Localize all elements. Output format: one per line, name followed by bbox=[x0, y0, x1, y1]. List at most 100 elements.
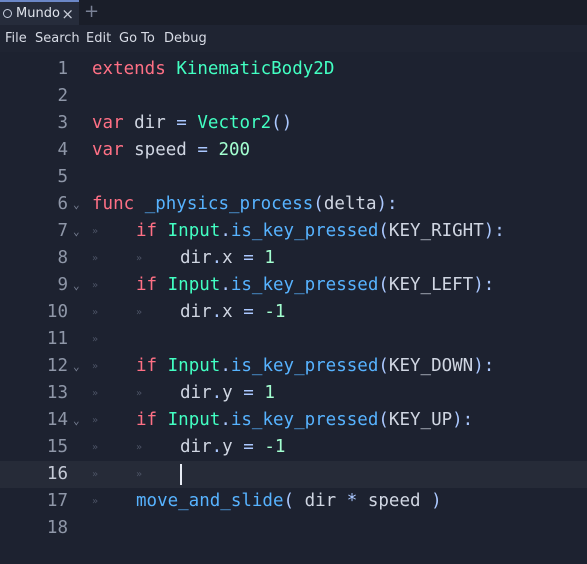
tab-marker-icon: » bbox=[136, 469, 143, 480]
code-line[interactable]: 16 » » bbox=[0, 461, 587, 488]
fold-arrow-icon[interactable]: ⌄ bbox=[73, 353, 80, 380]
code-token: ( bbox=[378, 275, 389, 295]
code-editor[interactable]: 1 extends KinematicBody2D 2 3 var dir = Vect… bbox=[0, 52, 587, 564]
code-token: . bbox=[211, 302, 223, 322]
menu-go-to[interactable]: Go To bbox=[119, 25, 155, 52]
code-line[interactable]: 1 extends KinematicBody2D bbox=[0, 56, 587, 83]
code-token: dir bbox=[123, 113, 177, 133]
code-text: func _physics_process(delta): bbox=[92, 191, 398, 218]
code-token: 200 bbox=[218, 140, 251, 160]
scene-icon bbox=[3, 9, 12, 18]
code-text: dir.y = 1 bbox=[180, 380, 275, 407]
code-line[interactable]: 8 » » dir.x = 1 bbox=[0, 245, 587, 272]
code-token: ): bbox=[376, 194, 398, 214]
tab-marker-icon: » bbox=[92, 415, 99, 426]
tab-marker-icon: » bbox=[92, 442, 99, 453]
code-token: = bbox=[197, 140, 208, 160]
code-token: dir bbox=[180, 302, 212, 322]
code-token: y bbox=[222, 437, 244, 457]
add-tab-icon[interactable]: + bbox=[84, 0, 99, 25]
code-token: ): bbox=[452, 410, 474, 430]
code-token: . bbox=[220, 221, 231, 241]
code-token: ( bbox=[283, 491, 305, 511]
code-line[interactable]: 7 ⌄ » if Input.is_key_pressed(KEY_RIGHT): bbox=[0, 218, 587, 245]
close-icon[interactable]: × bbox=[61, 4, 74, 24]
code-token: var bbox=[92, 113, 124, 133]
line-number: 5 bbox=[57, 167, 68, 187]
code-line[interactable]: 17 » move_and_slide( dir * speed ) bbox=[0, 488, 587, 515]
line-number: 18 bbox=[46, 518, 68, 538]
code-token: is_key_pressed bbox=[230, 410, 379, 430]
line-number: 13 bbox=[46, 383, 68, 403]
fold-arrow-icon[interactable]: ⌄ bbox=[73, 272, 80, 299]
code-token: ): bbox=[473, 275, 495, 295]
menu-file[interactable]: File bbox=[5, 25, 27, 52]
code-token: = bbox=[243, 383, 254, 403]
code-token: Input bbox=[167, 275, 221, 295]
code-text: move_and_slide( dir * speed ) bbox=[136, 488, 442, 515]
code-token: . bbox=[211, 437, 223, 457]
code-line[interactable]: 10 » » dir.x = -1 bbox=[0, 299, 587, 326]
code-line[interactable]: 4 var speed = 200 bbox=[0, 137, 587, 164]
line-number: 6 bbox=[57, 194, 68, 214]
tab-mundo[interactable]: Mundo × bbox=[0, 0, 79, 25]
tab-title: Mundo bbox=[16, 6, 60, 21]
code-text: if Input.is_key_pressed(KEY_RIGHT): bbox=[136, 218, 505, 245]
code-token: delta bbox=[323, 194, 377, 214]
code-token: dir bbox=[180, 248, 212, 268]
code-token: = bbox=[243, 302, 254, 322]
line-number: 3 bbox=[57, 113, 68, 133]
line-number: 14 bbox=[46, 410, 68, 430]
code-token: () bbox=[271, 113, 293, 133]
code-token: = bbox=[243, 248, 254, 268]
code-token: if bbox=[136, 356, 158, 376]
tab-marker-icon: » bbox=[92, 280, 99, 291]
line-number: 15 bbox=[46, 437, 68, 457]
code-line[interactable]: 13 » » dir.y = 1 bbox=[0, 380, 587, 407]
line-number: 4 bbox=[57, 140, 68, 160]
code-line[interactable]: 18 bbox=[0, 515, 587, 542]
code-token: KEY_UP bbox=[388, 410, 453, 430]
code-line[interactable]: 12 ⌄ » if Input.is_key_pressed(KEY_DOWN): bbox=[0, 353, 587, 380]
code-token: * bbox=[346, 491, 358, 511]
code-token: is_key_pressed bbox=[230, 221, 379, 241]
menu-edit[interactable]: Edit bbox=[86, 25, 111, 52]
line-number: 17 bbox=[46, 491, 68, 511]
code-token: dir bbox=[304, 491, 347, 511]
fold-arrow-icon[interactable]: ⌄ bbox=[73, 191, 80, 218]
code-text: dir.x = 1 bbox=[180, 245, 275, 272]
tab-marker-icon: » bbox=[92, 496, 99, 507]
line-number: 8 bbox=[57, 248, 68, 268]
code-line[interactable]: 5 bbox=[0, 164, 587, 191]
code-line[interactable]: 6 ⌄ func _physics_process(delta): bbox=[0, 191, 587, 218]
fold-arrow-icon[interactable]: ⌄ bbox=[73, 218, 80, 245]
code-token: ( bbox=[378, 410, 389, 430]
code-token: ( bbox=[378, 356, 389, 376]
tab-marker-icon: » bbox=[136, 388, 143, 399]
menu-debug[interactable]: Debug bbox=[164, 25, 207, 52]
fold-arrow-icon[interactable]: ⌄ bbox=[73, 407, 80, 434]
line-number: 12 bbox=[46, 356, 68, 376]
code-line[interactable]: 9 ⌄ » if Input.is_key_pressed(KEY_LEFT): bbox=[0, 272, 587, 299]
code-text: extends KinematicBody2D bbox=[92, 56, 334, 83]
line-number: 2 bbox=[57, 86, 68, 106]
code-line[interactable]: 2 bbox=[0, 83, 587, 110]
code-line[interactable]: 11 » bbox=[0, 326, 587, 353]
menu-search[interactable]: Search bbox=[35, 25, 80, 52]
code-text: var speed = 200 bbox=[92, 137, 250, 164]
code-text: dir.y = -1 bbox=[180, 434, 285, 461]
code-line[interactable]: 3 var dir = Vector2() bbox=[0, 110, 587, 137]
code-text: if Input.is_key_pressed(KEY_LEFT): bbox=[136, 272, 494, 299]
code-token: if bbox=[136, 221, 158, 241]
code-line[interactable]: 15 » » dir.y = -1 bbox=[0, 434, 587, 461]
line-number: 10 bbox=[46, 302, 68, 322]
text-caret bbox=[180, 464, 182, 485]
code-line[interactable]: 14 ⌄ » if Input.is_key_pressed(KEY_UP): bbox=[0, 407, 587, 434]
code-token: is_key_pressed bbox=[230, 275, 379, 295]
